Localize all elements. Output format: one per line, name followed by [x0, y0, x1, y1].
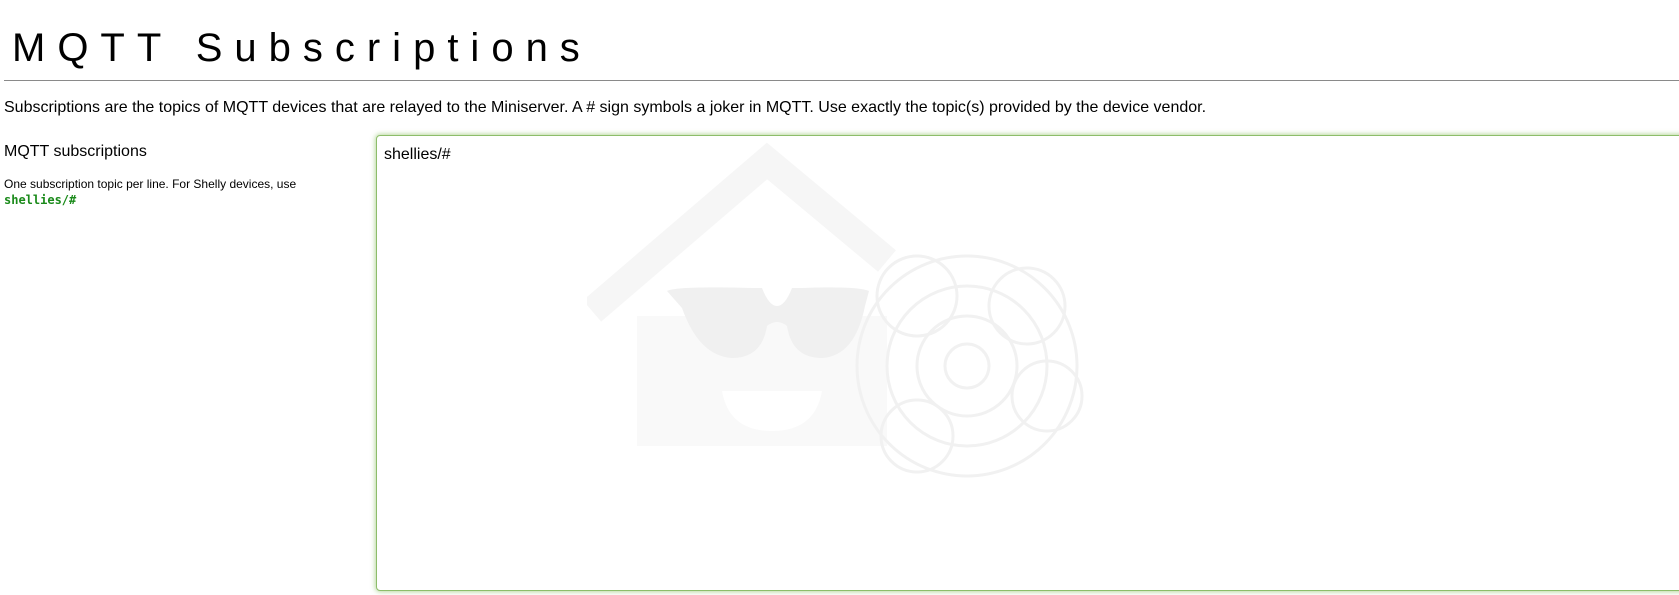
- title-divider: [4, 80, 1679, 81]
- intro-text: Subscriptions are the topics of MQTT dev…: [4, 99, 1207, 116]
- page-title: MQTT Subscriptions: [12, 26, 592, 70]
- subscriptions-label: MQTT subscriptions: [4, 143, 147, 160]
- help-code-example: shellies/#: [4, 193, 77, 207]
- subscriptions-editor-container: shellies/#: [376, 135, 1679, 591]
- help-text: One subscription topic per line. For She…: [4, 177, 297, 191]
- subscriptions-textarea[interactable]: shellies/#: [377, 136, 1679, 590]
- subscriptions-help: One subscription topic per line. For She…: [4, 176, 296, 208]
